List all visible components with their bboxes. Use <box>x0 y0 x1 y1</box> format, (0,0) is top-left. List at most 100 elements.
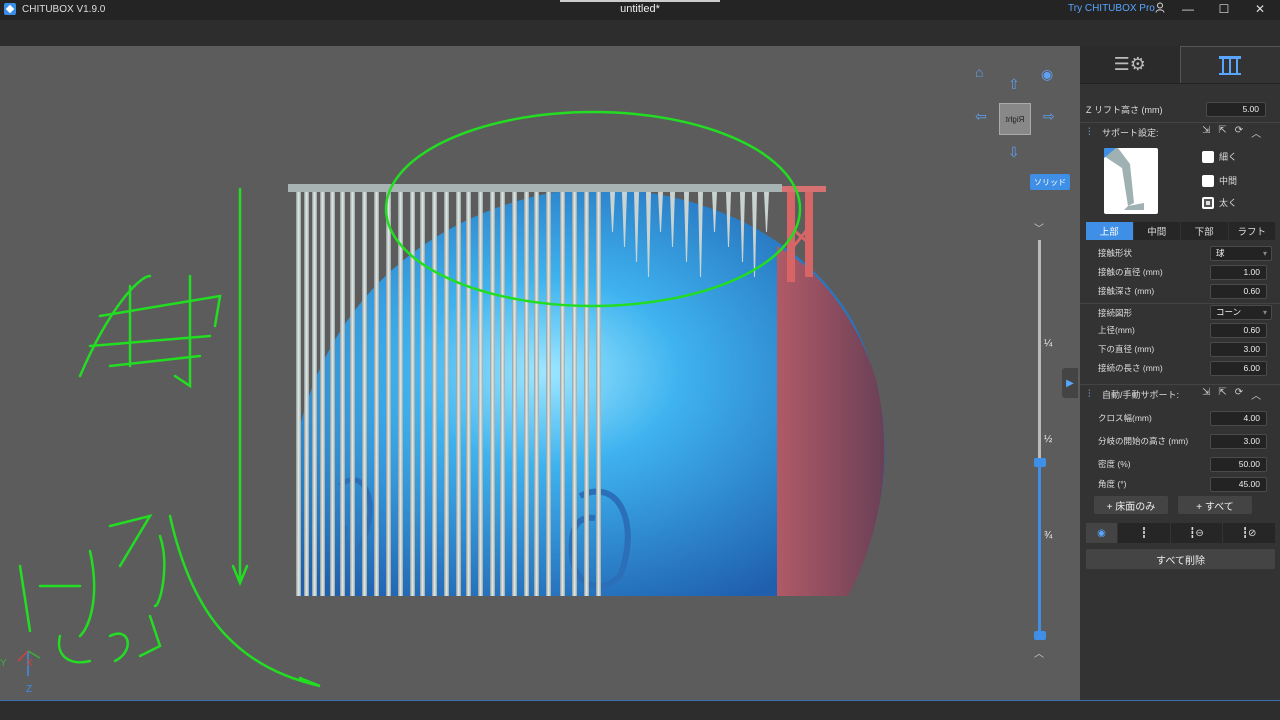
support-settings-icon: ⫶ <box>1088 127 1091 138</box>
preset-thin-label: 細く <box>1219 152 1238 162</box>
tab-middle[interactable]: 中間 <box>1133 222 1180 240</box>
collapse-up-icon[interactable]: ︿ <box>1251 125 1261 140</box>
support-settings-header: ⫶ サポート設定: ⇲ ⇱ ⟳ ︿ <box>1080 122 1280 142</box>
tab-raft[interactable]: ラフト <box>1228 222 1275 240</box>
support-pillar <box>304 192 309 596</box>
field-contact-diameter: 接触の直径 (mm) 1.00 <box>1080 263 1280 281</box>
field-label: 角度 (°) <box>1098 479 1127 489</box>
preset-thick[interactable]: 太く <box>1202 196 1237 209</box>
support-pillar <box>456 192 461 596</box>
preset-thin-checkbox[interactable] <box>1202 150 1214 163</box>
edit-support-icon[interactable]: ┇⊘ <box>1223 523 1276 543</box>
delete-all-button[interactable]: すべて削除 <box>1086 549 1275 569</box>
support-pillar <box>296 192 301 596</box>
try-pro-link[interactable]: Try CHITUBOX Pro <box>1068 3 1155 14</box>
support-pillar <box>596 192 601 596</box>
chevron-down-icon[interactable]: ﹀ <box>1034 220 1044 235</box>
field-contact-shape: 接触形状 球 <box>1080 244 1280 262</box>
view-down-icon[interactable]: ⇩ <box>1008 144 1020 161</box>
tab-top[interactable]: 上部 <box>1086 222 1133 240</box>
preset-medium[interactable]: 中間 <box>1202 174 1237 187</box>
support-preview-image <box>1104 148 1158 214</box>
support-pillar <box>512 192 517 596</box>
support-pillar <box>444 192 449 596</box>
preset-thick-checkbox[interactable] <box>1202 196 1214 209</box>
support-pillar <box>524 192 529 596</box>
home-view-icon[interactable]: ⌂ <box>975 64 983 80</box>
branch-start-height-input[interactable]: 3.00 <box>1210 433 1267 449</box>
field-branch-start-height: 分岐の開始の高さ (mm) 3.00 <box>1080 432 1280 450</box>
close-button[interactable]: ✕ <box>1244 0 1276 18</box>
export-icon[interactable]: ⇱ <box>1218 387 1226 402</box>
support-pillar <box>572 192 577 596</box>
support-pillar <box>500 192 505 596</box>
contact-depth-input[interactable]: 0.60 <box>1210 283 1267 299</box>
3d-viewport[interactable]: Y X Z <box>0 46 1080 700</box>
preset-medium-checkbox[interactable] <box>1202 174 1214 187</box>
support-pillar <box>466 192 471 596</box>
export-icon[interactable]: ⇱ <box>1218 125 1226 140</box>
lower-diameter-input[interactable]: 3.00 <box>1210 341 1267 357</box>
support-pillar <box>312 192 317 596</box>
support-pillar <box>350 192 355 596</box>
preset-thick-label: 太く <box>1219 198 1238 208</box>
contact-diameter-input[interactable]: 1.00 <box>1210 264 1267 280</box>
visibility-eye-icon[interactable]: ◉ <box>1086 523 1117 543</box>
panel-tabs: ☰⚙ <box>1080 46 1280 84</box>
auto-support-title: 自動/手動サポート: <box>1102 390 1180 400</box>
preset-thin[interactable]: 細く <box>1202 150 1237 163</box>
support-pillar <box>410 192 415 596</box>
support-pillar <box>432 192 437 596</box>
support-settings-title: サポート設定: <box>1102 128 1159 138</box>
support-pillar <box>478 192 483 596</box>
support-tip <box>764 192 769 232</box>
connection-shape-select[interactable]: コーン <box>1210 305 1272 320</box>
layer-slider-fill <box>1038 462 1041 635</box>
support-pillars-icon <box>1219 56 1242 75</box>
layer-slider-bottom-handle[interactable] <box>1034 631 1046 640</box>
tab-bottom[interactable]: 下部 <box>1181 222 1228 240</box>
eye-icon[interactable]: ◉ <box>1041 66 1053 83</box>
chevron-up-icon[interactable]: ︿ <box>1034 645 1044 660</box>
support-all-button[interactable]: + すべて <box>1178 496 1252 514</box>
support-pillar <box>340 192 345 596</box>
remove-support-icon[interactable]: ┇⊖ <box>1170 523 1223 543</box>
field-label: 接触の直径 (mm) <box>1098 267 1163 277</box>
import-icon[interactable]: ⇲ <box>1202 387 1210 402</box>
import-icon[interactable]: ⇲ <box>1202 125 1210 140</box>
view-up-icon[interactable]: ⇧ <box>1008 76 1020 93</box>
view-cube-face[interactable]: Right <box>999 103 1031 135</box>
field-label: 接続図形 <box>1098 307 1133 318</box>
support-pillar <box>320 192 325 596</box>
minimize-button[interactable]: — <box>1172 0 1204 18</box>
panel-collapse-handle[interactable]: ▶ <box>1062 368 1078 398</box>
single-support-icon[interactable]: ┇ <box>1118 523 1170 543</box>
view-right-icon[interactable]: ⇨ <box>1043 108 1055 125</box>
cross-width-input[interactable]: 4.00 <box>1210 410 1267 426</box>
supports-tab[interactable] <box>1179 46 1280 83</box>
field-label: 上径(mm) <box>1098 325 1135 335</box>
menu-bar <box>0 20 1280 46</box>
field-cross-width: クロス幅(mm) 4.00 <box>1080 409 1280 427</box>
z-lift-input[interactable]: 5.00 <box>1206 101 1266 117</box>
density-input[interactable]: 50.00 <box>1210 456 1267 472</box>
collapse-up-icon[interactable]: ︿ <box>1251 387 1261 402</box>
angle-input[interactable]: 45.00 <box>1210 476 1267 492</box>
axis-z-label: Z <box>26 684 32 695</box>
reset-icon[interactable]: ⟳ <box>1235 125 1243 140</box>
title-bar: CHITUBOX V1.9.0 untitled* Try CHITUBOX P… <box>0 0 1280 20</box>
upper-diameter-input[interactable]: 0.60 <box>1210 322 1267 338</box>
support-pillar <box>560 192 565 596</box>
view-left-icon[interactable]: ⇦ <box>975 108 987 125</box>
axis-y-label: Y <box>0 658 7 669</box>
field-label: クロス幅(mm) <box>1098 413 1152 423</box>
connection-length-input[interactable]: 6.00 <box>1210 360 1267 376</box>
layer-slider-handle[interactable] <box>1034 458 1046 467</box>
render-mode-button[interactable]: ソリッド <box>1030 174 1070 190</box>
maximize-button[interactable]: ☐ <box>1208 0 1240 18</box>
reset-icon[interactable]: ⟳ <box>1235 387 1243 402</box>
slice-settings-tab[interactable]: ☰⚙ <box>1080 46 1180 83</box>
platform-only-button[interactable]: + 床面のみ <box>1094 496 1168 514</box>
contact-shape-select[interactable]: 球 <box>1210 245 1272 261</box>
support-pillar <box>398 192 403 596</box>
